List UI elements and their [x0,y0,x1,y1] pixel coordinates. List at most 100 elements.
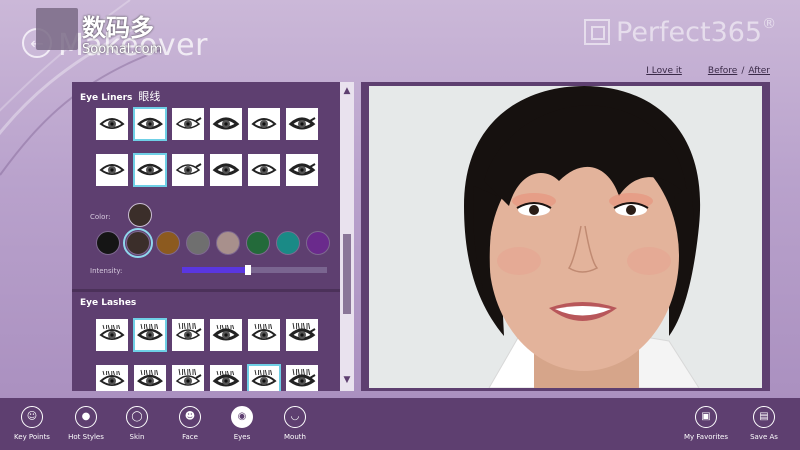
eyelash-style-icon [137,323,163,341]
eye-lash-grid [96,318,318,391]
eyeliner-style-option[interactable] [133,107,167,141]
after-link[interactable]: After [748,66,770,76]
watermark-en: Soomal.com [82,42,163,57]
skin-icon: ◯ [126,406,148,428]
intensity-slider-knob[interactable] [245,265,252,275]
key-points-label: Key Points [14,433,50,441]
save-icon: ▤ [753,406,775,428]
face-label: Face [182,433,198,441]
eyelash-style-icon [99,324,125,340]
eyeliner-style-icon [99,164,125,175]
eyeliner-style-option[interactable] [248,154,280,186]
my-favorites-button[interactable]: ▣ My Favorites [676,398,736,450]
eyeliner-style-option[interactable] [96,108,128,140]
eye-icon: ◉ [231,406,253,428]
skin-button[interactable]: ◯ Skin [107,398,167,450]
current-color-swatch [128,203,152,227]
eye-lashes-title: Eye Lashes [80,298,137,308]
eyelash-style-option[interactable] [96,319,128,351]
color-swatches [96,228,330,258]
compare-links: I Love it Before / After [646,66,770,76]
eyelash-style-icon [288,368,316,387]
color-swatch[interactable] [186,231,210,255]
eyeliner-style-icon [137,117,163,130]
color-swatch[interactable] [306,231,330,255]
color-swatch[interactable] [216,231,240,255]
color-swatch[interactable] [246,231,270,255]
eyeliner-style-icon [137,163,163,176]
color-label: Color: [90,213,111,221]
mouth-button[interactable]: ◡ Mouth [265,398,325,450]
color-swatch[interactable] [96,231,120,255]
eyelash-style-option[interactable] [172,319,204,351]
brand-name: Perfect365 [616,16,763,48]
color-swatch[interactable] [123,228,153,258]
lips-icon: ◡ [284,406,306,428]
color-swatch[interactable] [276,231,300,255]
intensity-slider[interactable] [182,265,327,275]
skin-label: Skin [129,433,145,441]
my-favorites-label: My Favorites [683,433,729,441]
makeup-panel: Eye Liners 眼线 Color: Intensity: Eye Lashe… [72,82,354,391]
eyes-button[interactable]: ◉ Eyes [212,398,272,450]
eyeliner-style-option[interactable] [133,153,167,187]
eyelash-style-icon [137,369,163,387]
eyelash-style-icon [251,369,277,386]
link-separator: / [741,66,745,76]
eye-liners-section-title: Eye Liners 眼线 [80,88,160,104]
eyeliner-style-icon [175,117,202,129]
eyeliner-style-option[interactable] [286,108,318,140]
scroll-down-icon[interactable]: ▼ [340,373,354,387]
eyelash-style-option[interactable] [286,319,318,351]
eyeliner-style-option[interactable] [172,154,204,186]
eyeliner-style-option[interactable] [210,154,242,186]
eyelash-style-option[interactable] [247,364,281,391]
face-button[interactable]: ☻ Face [160,398,220,450]
color-swatch[interactable] [156,231,180,255]
portrait-illustration [369,86,762,388]
eye-lashes-section-title: Eye Lashes [80,298,136,308]
key-points-button[interactable]: ☺ Key Points [2,398,62,450]
person-icon: ● [75,406,97,428]
bottom-toolbar: ☺ Key Points ● Hot Styles ◯ Skin ☻ Face … [0,398,800,450]
portrait-photo[interactable] [369,86,762,388]
eyelash-style-option[interactable] [96,365,128,391]
scrollbar-thumb[interactable] [343,234,351,314]
eyeliner-style-option[interactable] [172,108,204,140]
eyeliner-style-option[interactable] [248,108,280,140]
eyelash-style-option[interactable] [248,319,280,351]
brand-logo-icon [584,19,610,45]
eyelash-style-icon [288,322,316,341]
photo-frame [361,82,770,391]
face-icon: ☻ [179,406,201,428]
eyelash-style-option[interactable] [210,365,242,391]
eyeliner-style-option[interactable] [286,154,318,186]
intensity-label: Intensity: [90,267,123,275]
eye-liners-title-cn: 眼线 [138,90,161,103]
smiley-icon: ☺ [21,406,43,428]
save-as-label: Save As [750,433,778,441]
before-link[interactable]: Before [708,66,737,76]
eyelash-style-icon [212,324,240,341]
eyeliner-style-icon [251,164,277,175]
i-love-it-link[interactable]: I Love it [646,66,682,76]
scroll-up-icon[interactable]: ▲ [340,84,354,98]
eyelash-style-option[interactable] [172,365,204,391]
top-bar: ← Makeover 数码多 Soomal.com Perfect365® I … [0,0,800,80]
watermark-cn: 数码多 [82,14,154,42]
eyeliner-style-option[interactable] [96,154,128,186]
eyelash-style-icon [251,323,277,340]
eyelash-style-icon [175,322,202,340]
eyelash-style-option[interactable] [210,319,242,351]
save-as-button[interactable]: ▤ Save As [734,398,794,450]
brand: Perfect365 ® [584,12,776,52]
eyelash-style-option[interactable] [134,365,166,391]
eyelash-style-option[interactable] [133,318,167,352]
mouth-label: Mouth [284,433,306,441]
eyeliner-style-icon [288,117,316,130]
panel-scrollbar[interactable]: ▲ ▼ [340,82,354,391]
eyeliner-style-option[interactable] [210,108,242,140]
intensity-slider-fill [182,267,248,273]
eyeliner-style-icon [175,163,202,175]
eyelash-style-option[interactable] [286,365,318,391]
